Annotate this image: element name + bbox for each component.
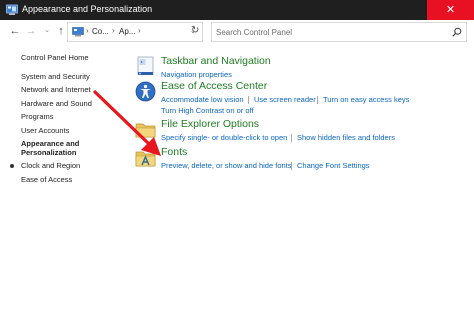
sidebar-control-panel-home[interactable]: Control Panel Home xyxy=(21,53,89,62)
link-divider xyxy=(291,134,292,142)
up-arrow-icon[interactable]: ↑ xyxy=(54,23,68,39)
task-turn-high-contrast[interactable]: Turn High Contrast on or off xyxy=(161,106,254,115)
sidebar-item-system-and-security[interactable]: System and Security xyxy=(21,72,90,81)
category-content: Taskbar and Navigation Navigation proper… xyxy=(130,44,474,327)
title-bar: Appearance and Personalization ✕ xyxy=(0,0,474,20)
task-turn-on-easy-access-keys[interactable]: Turn on easy access keys xyxy=(323,95,409,104)
navigation-bar: ← → ⌄ ↑ › Co... › Ap... › ⌄ ↻ xyxy=(0,20,474,44)
task-show-hidden-files[interactable]: Show hidden files and folders xyxy=(297,133,395,142)
task-use-screen-reader[interactable]: Use screen reader xyxy=(254,95,316,104)
link-divider xyxy=(317,96,318,104)
fonts-folder-icon[interactable] xyxy=(135,147,156,168)
breadcrumb-separator: › xyxy=(138,26,141,35)
window-title: Appearance and Personalization xyxy=(22,4,153,14)
task-change-font-settings[interactable]: Change Font Settings xyxy=(297,161,370,170)
task-single-or-double-click[interactable]: Specify single- or double-click to open xyxy=(161,133,287,142)
category-title-fonts[interactable]: Fonts xyxy=(161,146,187,158)
ease-of-access-icon[interactable] xyxy=(135,81,156,102)
sidebar-item-user-accounts[interactable]: User Accounts xyxy=(21,126,69,135)
search-icon[interactable] xyxy=(452,27,462,37)
control-panel-location-icon xyxy=(72,27,84,37)
folder-options-icon[interactable] xyxy=(135,119,156,140)
current-page-bullet-icon xyxy=(10,164,14,168)
link-divider xyxy=(248,96,249,104)
left-navigation-pane: Control Panel Home System and Security N… xyxy=(0,44,125,327)
forward-arrow-icon[interactable]: → xyxy=(24,23,38,39)
task-navigation-properties[interactable]: Navigation properties xyxy=(161,70,232,79)
task-preview-delete-show-hide-fonts[interactable]: Preview, delete, or show and hide fonts xyxy=(161,161,292,170)
recent-locations-chevron-icon[interactable]: ⌄ xyxy=(40,23,54,39)
refresh-icon[interactable]: ↻ xyxy=(191,25,199,36)
back-arrow-icon[interactable]: ← xyxy=(8,23,22,39)
breadcrumb-separator: › xyxy=(112,26,115,35)
control-panel-icon xyxy=(6,4,18,15)
address-bar[interactable]: › Co... › Ap... › ⌄ xyxy=(67,22,203,42)
search-box xyxy=(211,22,467,42)
sidebar-item-programs[interactable]: Programs xyxy=(21,112,54,121)
search-input[interactable] xyxy=(216,26,446,39)
close-button[interactable]: ✕ xyxy=(427,0,474,20)
link-divider xyxy=(291,162,292,170)
breadcrumb-control-panel[interactable]: Co... xyxy=(92,27,109,36)
control-panel-window: ← → ⌄ ↑ › Co... › Ap... › ⌄ ↻ Co xyxy=(0,20,474,327)
sidebar-item-personalization-active[interactable]: Personalization xyxy=(21,148,76,157)
sidebar-item-appearance-active[interactable]: Appearance and xyxy=(21,139,79,148)
sidebar-item-network-and-internet[interactable]: Network and Internet xyxy=(21,85,91,94)
category-title-ease-of-access[interactable]: Ease of Access Center xyxy=(161,80,267,92)
taskbar-icon[interactable] xyxy=(135,56,156,77)
category-title-taskbar[interactable]: Taskbar and Navigation xyxy=(161,55,271,67)
breadcrumb-appearance[interactable]: Ap... xyxy=(119,27,135,36)
task-accommodate-low-vision[interactable]: Accommodate low vision xyxy=(161,95,244,104)
sidebar-item-ease-of-access[interactable]: Ease of Access xyxy=(21,175,72,184)
breadcrumb-separator: › xyxy=(86,26,89,35)
sidebar-item-hardware-and-sound[interactable]: Hardware and Sound xyxy=(21,99,92,108)
category-title-file-explorer-options[interactable]: File Explorer Options xyxy=(161,118,259,130)
sidebar-item-clock-and-region[interactable]: Clock and Region xyxy=(21,161,80,170)
